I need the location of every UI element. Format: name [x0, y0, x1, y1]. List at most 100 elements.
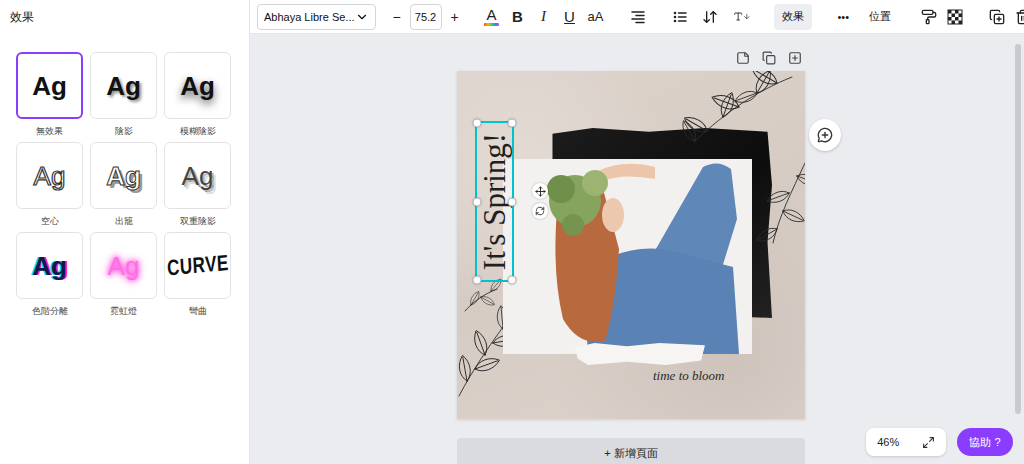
page-wrap: It's Spring! time to bloom [457, 71, 805, 419]
effect-item: Ag 無效果 [16, 52, 83, 137]
editor: 效果 Ag 無效果 Ag 陰影 Ag 模糊陰影 Ag 空心 Ag 出籠 Ag 双重陰影 Ag 色階分離 Ag霓… [0, 0, 1024, 464]
effect-tile[interactable]: Ag [164, 142, 231, 209]
heading-text-box[interactable]: It's Spring! [475, 121, 514, 282]
align-right-icon [630, 9, 646, 25]
effect-label: 出籠 [115, 215, 133, 227]
comment-icon [817, 127, 833, 143]
color-bar [484, 23, 499, 26]
help-button[interactable]: 協助 ? [957, 428, 1013, 456]
page-actions [457, 48, 805, 68]
effect-tile[interactable]: Ag [16, 142, 83, 209]
text-color-button[interactable]: A [480, 4, 504, 30]
arrow-down-icon [743, 11, 751, 22]
underline-button[interactable]: U [558, 4, 582, 30]
effect-tile[interactable]: Ag [90, 142, 157, 209]
effects-grid: Ag 無效果 Ag 陰影 Ag 模糊陰影 Ag 空心 Ag 出籠 Ag 双重陰影 Ag 色階分離 Ag霓虹燈… [0, 34, 249, 317]
main-area: Abhaya Libre Se...−75.2+ ABIUaA 效果 •••位置 It'… [250, 0, 1024, 464]
effect-sample: Ag [108, 253, 140, 279]
notes-button[interactable] [733, 48, 753, 68]
more-button[interactable]: ••• [830, 4, 858, 30]
design-page[interactable]: It's Spring! time to bloom [457, 71, 805, 419]
increase-size-button[interactable]: + [446, 4, 464, 30]
copy-icon [762, 51, 776, 65]
delete-button[interactable] [1011, 4, 1024, 30]
fullscreen-button[interactable] [922, 436, 935, 449]
effects-panel: 效果 Ag 無效果 Ag 陰影 Ag 模糊陰影 Ag 空心 Ag 出籠 Ag 双重陰影 Ag 色階分離 Ag霓… [0, 0, 250, 464]
toolbar: Abhaya Libre Se...−75.2+ ABIUaA 效果 •••位置 [250, 0, 1024, 34]
font-size-field[interactable]: 75.2 [410, 4, 442, 30]
position-button[interactable]: 位置 [861, 4, 899, 30]
effect-item: Ag 双重陰影 [164, 142, 231, 227]
decrease-size-button[interactable]: − [388, 4, 406, 30]
bullet-list-icon [672, 9, 688, 25]
vertical-text-button[interactable] [730, 4, 754, 30]
note-icon [736, 51, 750, 65]
effect-item: Ag 出籠 [90, 142, 157, 227]
effect-label: 無效果 [36, 125, 63, 137]
add-page-button[interactable]: + 新增頁面 [457, 438, 805, 464]
heading-text[interactable]: It's Spring! [479, 133, 510, 270]
expand-icon [922, 436, 935, 449]
panel-title: 效果 [0, 0, 249, 34]
duplicate-button[interactable] [985, 4, 1009, 30]
effect-tile[interactable]: CURVE [164, 232, 231, 299]
move-button[interactable] [532, 183, 548, 199]
italic-button[interactable]: I [532, 4, 556, 30]
spacing-button[interactable] [698, 4, 722, 30]
effect-sample: Ag [32, 73, 67, 99]
effect-sample: Ag [106, 163, 141, 189]
resize-handle[interactable] [473, 119, 482, 128]
align-button[interactable] [626, 4, 650, 30]
add-page-icon-button[interactable] [785, 48, 805, 68]
transparency-icon [947, 9, 963, 25]
effect-label: 模糊陰影 [180, 125, 216, 137]
text-icon [733, 9, 743, 24]
torn-paper-strip[interactable] [575, 343, 705, 365]
resize-handle[interactable] [508, 276, 517, 285]
effect-item: Ag霓虹燈 [90, 232, 157, 317]
comment-button[interactable] [809, 119, 841, 151]
resize-handle[interactable] [508, 119, 517, 128]
effect-tile[interactable]: Ag [90, 52, 157, 119]
effect-item: Ag 模糊陰影 [164, 52, 231, 137]
duplicate-icon [989, 9, 1005, 25]
case-button[interactable]: aA [584, 4, 608, 30]
effect-tile[interactable]: Ag [164, 52, 231, 119]
resize-handle[interactable] [473, 276, 482, 285]
rotate-button[interactable] [532, 203, 548, 219]
font-select[interactable]: Abhaya Libre Se... [257, 4, 376, 30]
add-page-icon [788, 51, 802, 65]
copy-style-button[interactable] [917, 4, 941, 30]
trash-icon [1015, 9, 1024, 25]
effect-tile[interactable]: Ag [16, 52, 83, 119]
scrollbar[interactable] [1015, 44, 1021, 414]
effect-item: Ag 空心 [16, 142, 83, 227]
move-icon [535, 186, 546, 197]
resize-handle[interactable] [473, 197, 482, 206]
chevron-down-icon [355, 10, 369, 24]
duplicate-page-button[interactable] [759, 48, 779, 68]
bottom-dock: 46% 協助 ? [866, 428, 1013, 456]
effect-label: 双重陰影 [180, 215, 216, 227]
spacing-icon [702, 9, 718, 25]
zoom-control[interactable]: 46% [866, 428, 946, 456]
effect-label: 色階分離 [32, 305, 68, 317]
effect-tile[interactable]: Ag [16, 232, 83, 299]
effect-sample: Ag [106, 73, 141, 99]
effect-label: 彎曲 [189, 305, 207, 317]
effects-button[interactable]: 效果 [774, 4, 812, 30]
effect-label: 空心 [41, 215, 59, 227]
caption-text[interactable]: time to bloom [653, 368, 725, 384]
effect-sample: Ag [180, 73, 215, 99]
effect-label: 陰影 [115, 125, 133, 137]
resize-handle[interactable] [508, 197, 517, 206]
transparency-button[interactable] [943, 4, 967, 30]
effect-tile[interactable]: Ag [90, 232, 157, 299]
list-button[interactable] [668, 4, 692, 30]
paint-roller-icon [921, 9, 937, 25]
canvas-workspace: It's Spring! time to bloom + 新增頁面 46% 協助 ? [250, 34, 1024, 464]
rotate-icon [535, 206, 545, 216]
effect-sample: Ag [182, 163, 214, 189]
effect-item: Ag 陰影 [90, 52, 157, 137]
bold-button[interactable]: B [506, 4, 530, 30]
